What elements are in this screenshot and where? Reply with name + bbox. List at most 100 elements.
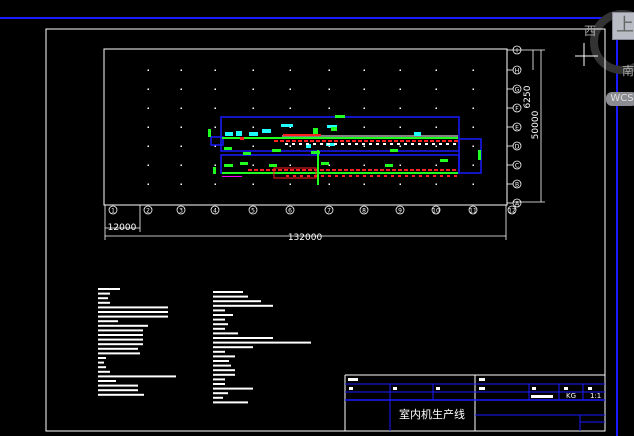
grid-dot — [435, 145, 437, 147]
grid-dot — [399, 69, 401, 71]
grid-dot — [399, 183, 401, 185]
station-marker — [426, 175, 429, 177]
grid-dot — [289, 69, 291, 71]
column-label: 3 — [179, 208, 183, 215]
station-marker — [454, 175, 457, 177]
grid-dot — [399, 88, 401, 90]
grid-dot — [147, 164, 149, 166]
note-line — [213, 323, 228, 326]
grid-dot — [472, 183, 474, 185]
column-label: 12 — [508, 208, 516, 215]
note-line — [213, 392, 228, 395]
grid-dot — [435, 164, 437, 166]
grid-dot — [180, 69, 182, 71]
note-line — [98, 370, 110, 373]
grid-dot — [435, 183, 437, 185]
title-block: KG 1:1 室内机生产线 — [344, 374, 605, 431]
note-line — [213, 383, 225, 385]
note-line — [98, 292, 110, 295]
station-marker — [356, 175, 359, 177]
grid-dot — [252, 88, 254, 90]
note-line — [98, 347, 138, 350]
grid-dot — [328, 183, 330, 185]
equipment-block — [208, 129, 211, 137]
note-line — [213, 350, 225, 353]
grid-dot — [472, 145, 474, 147]
drawing-title: 室内机生产线 — [399, 407, 465, 421]
grid-dot — [147, 183, 149, 185]
station-marker — [390, 143, 393, 145]
grid-dot — [363, 107, 365, 109]
grid-dot — [328, 69, 330, 71]
grid-axes: 1 2 3 4 5 6 7 8 9 10 11 12IHGFEDCBA1320001200050000… — [104, 45, 545, 243]
grid-dot — [180, 88, 182, 90]
dim-total-width: 132000 — [288, 233, 323, 243]
row-label: B — [515, 182, 519, 189]
equipment-block — [225, 132, 233, 136]
grid-dot — [252, 107, 254, 109]
note-line — [98, 306, 168, 309]
equipment-block — [243, 152, 251, 155]
station-marker — [355, 143, 358, 145]
grid-dot — [289, 107, 291, 109]
note-line — [98, 380, 116, 382]
station-marker — [439, 143, 442, 145]
station-marker — [446, 143, 449, 145]
station-marker — [369, 143, 372, 145]
unit-text: KG — [566, 392, 576, 400]
note-line — [213, 304, 273, 307]
station-marker — [398, 175, 401, 177]
plan-boundary — [103, 48, 508, 206]
station-marker — [363, 175, 366, 177]
grid-dot — [252, 126, 254, 128]
grid-dot — [147, 126, 149, 128]
row-label: C — [515, 163, 519, 170]
note-line — [213, 401, 248, 404]
station-marker — [447, 175, 450, 177]
equipment-block — [224, 164, 233, 167]
grid-dot — [252, 183, 254, 185]
note-line — [213, 360, 229, 362]
note-line — [213, 318, 225, 321]
station-marker — [293, 175, 296, 177]
grid-dot — [328, 107, 330, 109]
viewcube-west[interactable]: 西 — [584, 22, 596, 39]
station-marker — [362, 143, 365, 145]
grid-dot — [363, 88, 365, 90]
column-label: 7 — [327, 208, 331, 215]
station-marker — [425, 143, 428, 145]
equipment-block — [335, 115, 345, 118]
column-label: 8 — [362, 208, 366, 215]
station-marker — [433, 175, 436, 177]
station-marker — [299, 143, 302, 145]
equipment-block — [236, 131, 242, 136]
production-line[interactable] — [208, 115, 482, 185]
note-line — [213, 295, 248, 298]
note-line — [213, 378, 225, 381]
grid-dot — [214, 107, 216, 109]
row-label: I — [516, 48, 518, 55]
grid-dot — [180, 183, 182, 185]
equipment-block — [440, 159, 448, 162]
viewcube-top-face[interactable]: 上 — [612, 12, 634, 40]
drawing-canvas[interactable]: 1 2 3 4 5 6 7 8 9 10 11 12IHGFEDCBA1320001200050000… — [0, 0, 634, 436]
column-label: 6 — [288, 208, 292, 215]
grid-dot — [252, 69, 254, 71]
wcs-menu[interactable]: WCS — [606, 92, 634, 106]
grid-dot — [252, 164, 254, 166]
station-marker — [341, 143, 344, 145]
note-line — [213, 332, 238, 335]
viewcube-south[interactable]: 南 — [622, 62, 634, 79]
station-marker — [391, 175, 394, 177]
grid-dot — [472, 88, 474, 90]
station-marker — [300, 175, 303, 177]
station-marker — [418, 143, 421, 145]
design-notes — [98, 288, 311, 404]
note-line — [213, 341, 311, 344]
equipment — [208, 115, 481, 177]
station-marker — [314, 175, 317, 177]
grid-dot — [214, 88, 216, 90]
line-right-frame — [458, 138, 482, 174]
note-line — [213, 346, 253, 349]
grid-dot — [363, 164, 365, 166]
